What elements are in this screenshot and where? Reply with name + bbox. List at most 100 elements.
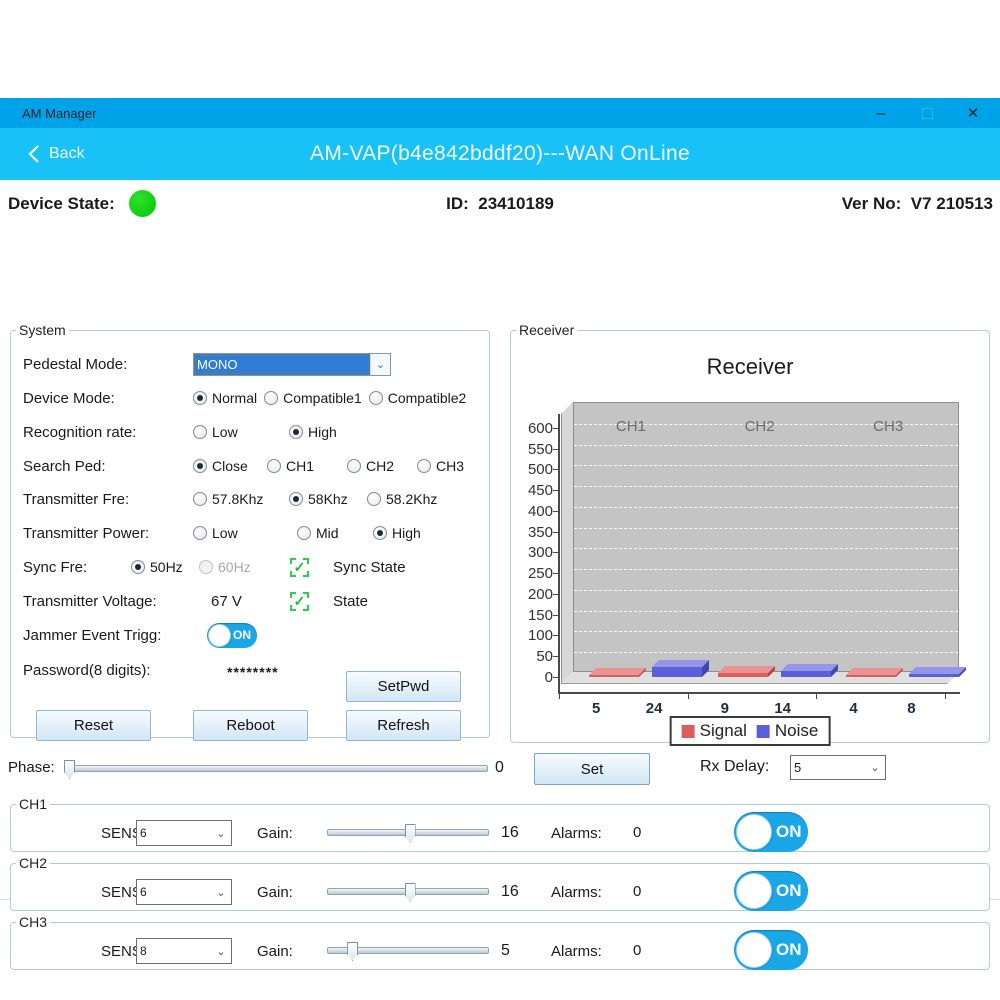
alarms-label: Alarms:	[551, 825, 602, 842]
maximize-button[interactable]	[904, 98, 950, 128]
ch2-gain-slider[interactable]	[327, 875, 489, 909]
radio-close[interactable]: Close	[193, 458, 267, 474]
setpwd-button[interactable]: SetPwd	[346, 671, 461, 702]
radio-icon	[264, 391, 278, 405]
check-icon: ✓	[294, 559, 306, 576]
radio-icon	[193, 425, 207, 439]
rx-delay-value: 5	[791, 756, 865, 779]
password-value[interactable]: ********	[227, 664, 279, 680]
radio-power-mid[interactable]: Mid	[297, 525, 373, 541]
chart-plot: 050100150200250300350400450500550600 524…	[573, 402, 959, 684]
toggle-knob	[737, 874, 771, 908]
sens-value: 6	[137, 880, 211, 904]
radio-low[interactable]: Low	[193, 424, 289, 440]
jammer-toggle[interactable]: ON	[207, 623, 257, 648]
radio-50hz[interactable]: 50Hz	[131, 559, 199, 575]
ch3-toggle[interactable]: ON	[734, 930, 808, 970]
sync-fre-row: Sync Fre: 50Hz 60Hz ✓ Sync State	[23, 551, 479, 583]
back-label: Back	[49, 145, 85, 163]
radio-compatible2[interactable]: Compatible2	[369, 390, 467, 406]
alarms-label: Alarms:	[551, 884, 602, 901]
toggle-state: ON	[776, 881, 802, 901]
app-title: AM Manager	[22, 106, 858, 121]
radio-power-high[interactable]: High	[373, 525, 421, 541]
ch3-gain-slider[interactable]	[327, 934, 489, 968]
ch1-gain-slider[interactable]	[327, 816, 489, 850]
radio-58-2khz[interactable]: 58.2Khz	[367, 491, 437, 507]
chevron-left-icon	[28, 144, 40, 164]
transmitter-power-row: Transmitter Power: Low Mid High	[23, 517, 479, 549]
receiver-group: Receiver Receiver 0501001502002503003504…	[510, 322, 990, 743]
close-button[interactable]: ✕	[950, 98, 996, 128]
chevron-down-icon: ⌄	[211, 821, 231, 845]
radio-ch1[interactable]: CH1	[267, 458, 347, 474]
radio-power-low[interactable]: Low	[193, 525, 297, 541]
search-ped-label: Search Ped:	[23, 458, 193, 475]
pedestal-mode-row: Pedestal Mode: MONO ⌄	[23, 348, 479, 380]
alarms-value: 0	[633, 824, 641, 841]
state-checkbox[interactable]: ✓	[290, 592, 309, 611]
radio-icon	[199, 560, 213, 574]
ch2-sens-select[interactable]: 6 ⌄	[136, 879, 232, 905]
pedestal-mode-select[interactable]: MONO ⌄	[193, 353, 391, 376]
slider-track[interactable]	[70, 765, 488, 772]
radio-compatible1[interactable]: Compatible1	[264, 390, 362, 406]
chart-legend: SignalNoise	[670, 716, 831, 746]
ch1-sens-select[interactable]: 6 ⌄	[136, 820, 232, 846]
radio-60hz: 60Hz	[199, 559, 251, 575]
ch3-group-label: CH3	[16, 914, 50, 930]
slider-thumb[interactable]	[64, 760, 75, 779]
legend-swatch-icon	[757, 725, 770, 738]
id-value: 23410189	[478, 194, 554, 213]
set-button[interactable]: Set	[534, 753, 650, 785]
receiver-group-label: Receiver	[516, 322, 577, 338]
ch3-group: CH3 SENS: 8 ⌄ Gain: 5 Alarms: 0 ON	[10, 914, 990, 970]
radio-57-8khz[interactable]: 57.8Khz	[193, 491, 289, 507]
refresh-button[interactable]: Refresh	[346, 710, 461, 741]
jammer-label: Jammer Event Trigg:	[23, 627, 207, 644]
slider-thumb[interactable]	[405, 883, 416, 902]
version: Ver No: V7 210513	[842, 194, 993, 214]
slider-thumb[interactable]	[405, 824, 416, 843]
back-button[interactable]: Back	[28, 144, 85, 164]
system-group-label: System	[16, 322, 69, 338]
ch2-toggle[interactable]: ON	[734, 871, 808, 911]
ch3-row: SENS: 8 ⌄ Gain: 5 Alarms: 0 ON	[11, 930, 989, 969]
recognition-rate-label: Recognition rate:	[23, 424, 193, 441]
ch3-sens-select[interactable]: 8 ⌄	[136, 938, 232, 964]
radio-high[interactable]: High	[289, 424, 337, 440]
minimize-button[interactable]: –	[858, 98, 904, 128]
chevron-down-icon: ⌄	[370, 354, 390, 375]
radio-58khz[interactable]: 58Khz	[289, 491, 367, 507]
radio-ch2[interactable]: CH2	[347, 458, 417, 474]
transmitter-fre-row: Transmitter Fre: 57.8Khz 58Khz 58.2Khz	[23, 483, 479, 515]
gain-value: 16	[501, 824, 519, 842]
gain-label: Gain:	[257, 943, 293, 960]
state-label: State	[333, 593, 368, 610]
pedestal-mode-label: Pedestal Mode:	[23, 356, 193, 373]
radio-icon	[193, 391, 207, 405]
radio-ch3[interactable]: CH3	[417, 458, 464, 474]
alarms-value: 0	[633, 883, 641, 900]
slider-thumb[interactable]	[347, 942, 358, 961]
chart-title: Receiver	[511, 354, 989, 380]
gain-value: 16	[501, 883, 519, 901]
gain-label: Gain:	[257, 884, 293, 901]
radio-normal[interactable]: Normal	[193, 390, 257, 406]
ch2-group-label: CH2	[16, 855, 50, 871]
password-label: Password(8 digits):	[23, 662, 193, 679]
ch1-toggle[interactable]: ON	[734, 812, 808, 852]
transmitter-fre-label: Transmitter Fre:	[23, 491, 193, 508]
sync-state-label: Sync State	[333, 559, 406, 576]
toggle-state: ON	[776, 822, 802, 842]
reset-button[interactable]: Reset	[36, 710, 151, 741]
radio-icon	[373, 526, 387, 540]
legend-item: Signal	[682, 721, 747, 741]
ch2-row: SENS: 6 ⌄ Gain: 16 Alarms: 0 ON	[11, 871, 989, 910]
phase-slider[interactable]	[70, 750, 488, 788]
rx-delay-select[interactable]: 5 ⌄	[790, 755, 886, 780]
reboot-button[interactable]: Reboot	[193, 710, 308, 741]
sync-state-checkbox[interactable]: ✓	[290, 558, 309, 577]
phase-row: Phase: 0 Set Rx Delay: 5 ⌄	[0, 750, 1000, 788]
device-mode-label: Device Mode:	[23, 390, 193, 407]
